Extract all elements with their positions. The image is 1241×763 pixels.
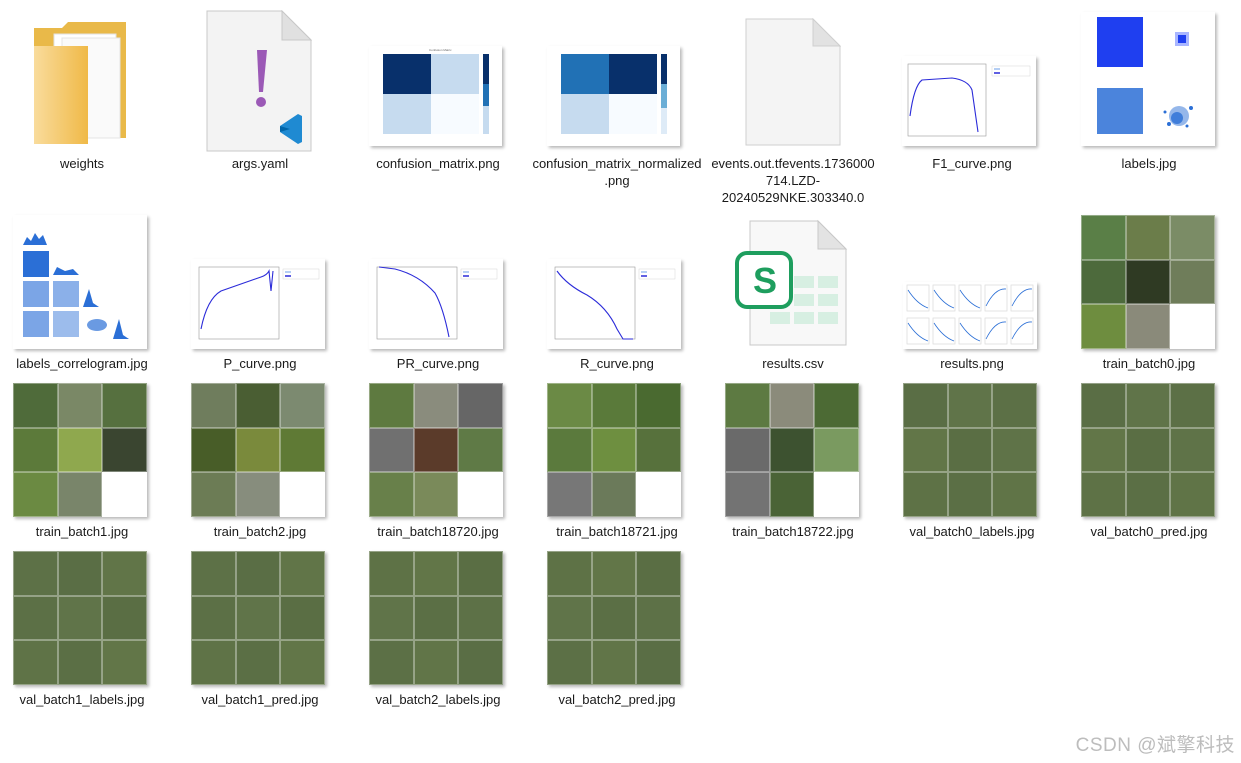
file-name: weights: [59, 156, 105, 171]
file-name: val_batch0_pred.jpg: [1090, 524, 1208, 539]
file-name: val_batch2_labels.jpg: [375, 692, 501, 707]
val-batch1-labels-thumbnail: [13, 551, 147, 685]
file-name: F1_curve.png: [932, 156, 1012, 171]
train-batch2-thumbnail: [191, 383, 325, 517]
file-name: train_batch18721.jpg: [556, 524, 678, 539]
file-name: results.csv: [762, 356, 824, 371]
csv-letter: S: [752, 260, 777, 301]
file-name: val_batch0_labels.jpg: [909, 524, 1035, 539]
r-curve-thumbnail: [547, 259, 681, 349]
train-batch0-thumbnail: [1081, 215, 1215, 349]
file-name: args.yaml: [231, 156, 289, 171]
file-name: PR_curve.png: [396, 356, 480, 371]
file-name: labels.jpg: [1121, 156, 1177, 171]
val-batch2-pred-thumbnail: [547, 551, 681, 685]
file-name: val_batch2_pred.jpg: [558, 692, 676, 707]
train-batch18722-thumbnail: [725, 383, 859, 517]
labels-thumbnail: [1081, 12, 1215, 146]
file-name: val_batch1_pred.jpg: [201, 692, 319, 707]
labels-correlogram-thumbnail: [13, 215, 147, 349]
train-batch18721-thumbnail: [547, 383, 681, 517]
pr-curve-thumbnail: [369, 259, 503, 349]
results-thumbnail: [903, 282, 1037, 349]
val-batch0-pred-thumbnail: [1081, 383, 1215, 517]
file-name: labels_correlogram.jpg: [16, 356, 148, 371]
file-name: confusion_matrix.png: [376, 156, 500, 171]
file-name: results.png: [940, 356, 1004, 371]
file-name: val_batch1_labels.jpg: [19, 692, 145, 707]
svg-text:Confusion Matrix: Confusion Matrix: [429, 48, 452, 52]
vscode-yaml-icon: [206, 10, 312, 152]
file-name: events.out.tfevents.1736000714.LZD-20240…: [711, 156, 875, 205]
file-name: train_batch0.jpg: [1102, 356, 1196, 371]
f1-curve-thumbnail: [902, 56, 1036, 146]
folder-icon: [32, 20, 128, 150]
file-name: confusion_matrix_normalized.png: [532, 156, 702, 188]
train-batch1-thumbnail: [13, 383, 147, 517]
val-batch2-labels-thumbnail: [369, 551, 503, 685]
file-name: train_batch18722.jpg: [732, 524, 854, 539]
file-name: train_batch2.jpg: [213, 524, 307, 539]
watermark: CSDN @斌擎科技: [1075, 735, 1235, 756]
confusion-matrix-normalized-thumbnail: [547, 46, 680, 146]
file-name: train_batch1.jpg: [35, 524, 129, 539]
file-name: P_curve.png: [223, 356, 297, 371]
file-name: train_batch18720.jpg: [377, 524, 499, 539]
confusion-matrix-thumbnail: Confusion Matrix: [369, 46, 502, 146]
file-name: R_curve.png: [580, 356, 654, 371]
blank-file-icon: [745, 18, 841, 146]
p-curve-thumbnail: [191, 259, 325, 349]
train-batch18720-thumbnail: [369, 383, 503, 517]
val-batch0-labels-thumbnail: [903, 383, 1037, 517]
val-batch1-pred-thumbnail: [191, 551, 325, 685]
